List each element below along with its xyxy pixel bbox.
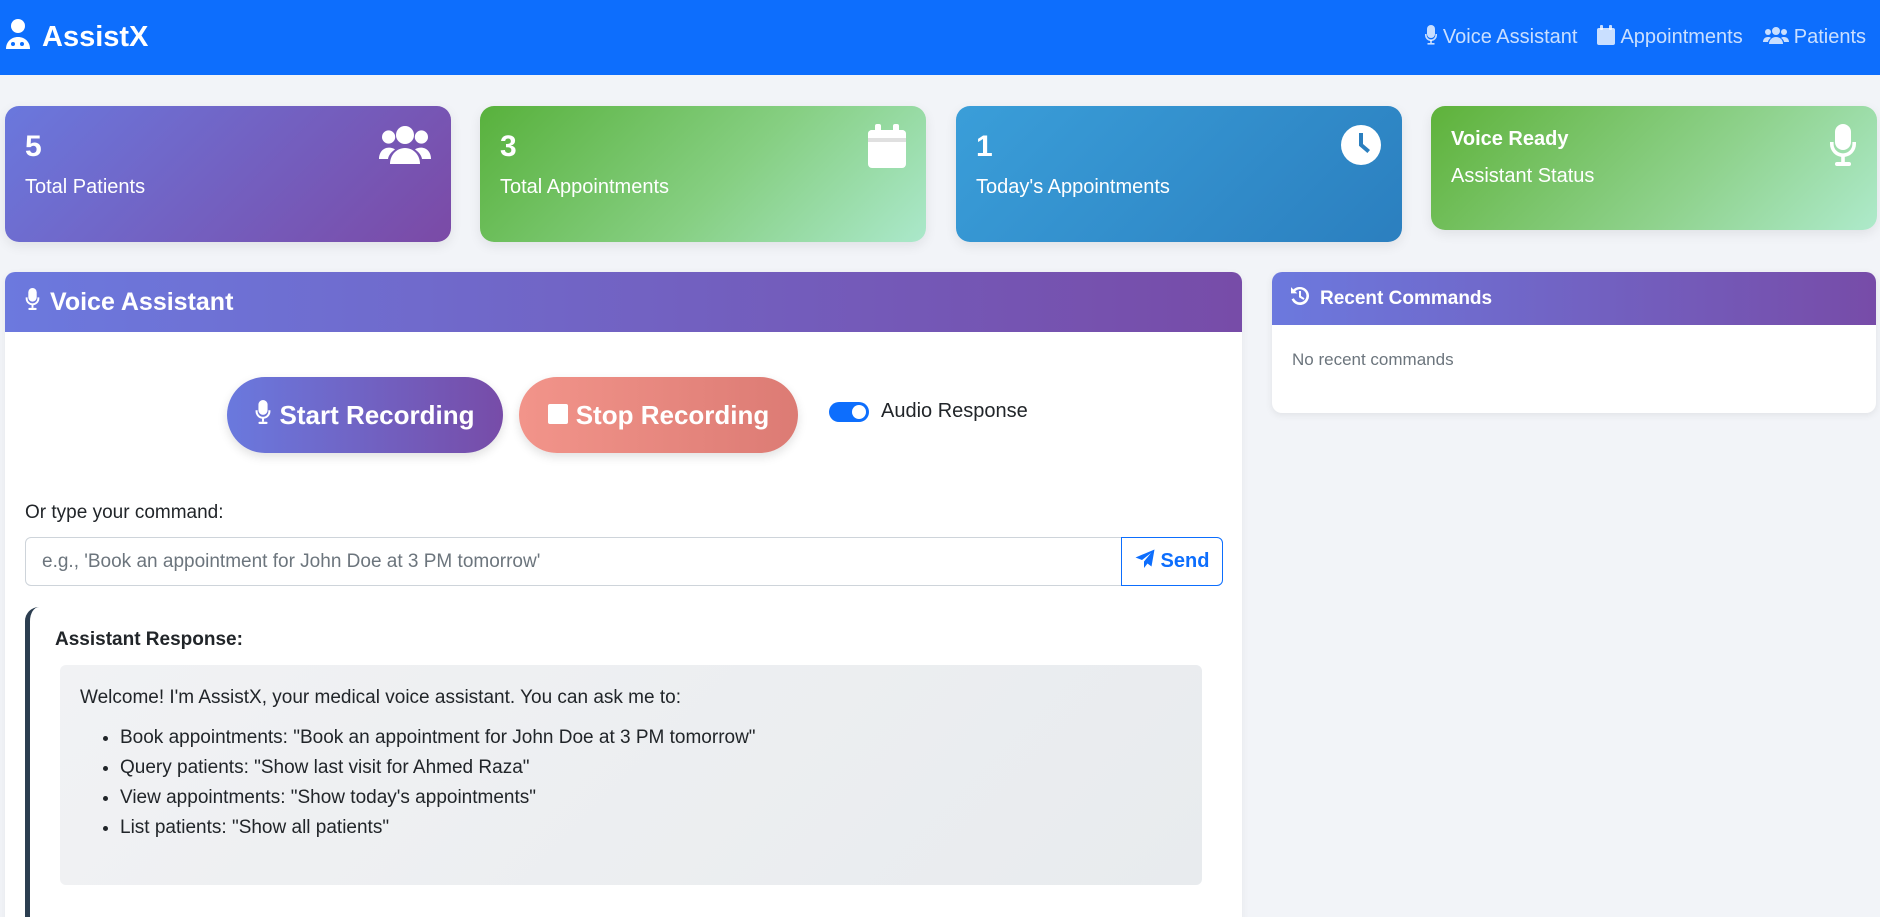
button-label: Stop Recording xyxy=(575,399,770,430)
nav-link-label: Voice Assistant xyxy=(1442,26,1578,48)
button-label: Send xyxy=(1160,550,1210,572)
stat-value: 5 xyxy=(25,130,42,163)
stat-value: 3 xyxy=(500,130,517,163)
response-content: Welcome! I'm AssistX, your medical voice… xyxy=(60,665,1202,885)
audio-response-label: Audio Response xyxy=(881,400,1028,422)
stat-value: 1 xyxy=(976,130,993,163)
status-title: Voice Ready xyxy=(1451,128,1569,150)
command-label: Or type your command: xyxy=(25,502,224,523)
list-item: Query patients: "Show last visit for Ahm… xyxy=(120,753,1182,783)
nav-links: Voice Assistant Appointments Patients xyxy=(1424,24,1866,51)
panel-title: Voice Assistant xyxy=(50,287,234,316)
nav-link-label: Appointments xyxy=(1620,26,1743,48)
audio-response-toggle-group: Audio Response xyxy=(829,400,1028,423)
send-button[interactable]: Send xyxy=(1121,537,1223,586)
audio-response-toggle[interactable] xyxy=(829,401,869,422)
nav-patients[interactable]: Patients xyxy=(1762,26,1866,50)
paper-plane-icon xyxy=(1135,549,1155,575)
users-icon xyxy=(1762,26,1789,50)
microphone-icon xyxy=(1424,24,1438,51)
brand-name: AssistX xyxy=(42,21,149,53)
toggle-knob xyxy=(852,404,866,419)
nav-link-label: Patients xyxy=(1793,26,1866,48)
assistant-response: Assistant Response: Welcome! I'm AssistX… xyxy=(25,607,1225,917)
brand[interactable]: AssistX xyxy=(4,18,148,58)
command-input[interactable] xyxy=(25,537,1122,586)
response-intro: Welcome! I'm AssistX, your medical voice… xyxy=(80,687,681,708)
calendar-icon xyxy=(868,124,906,173)
microphone-icon xyxy=(25,287,40,317)
stop-icon xyxy=(547,400,568,431)
top-navbar: AssistX Voice Assistant Appointments Pat… xyxy=(0,0,1880,75)
list-item: Book appointments: "Book an appointment … xyxy=(120,723,1182,753)
stop-recording-button[interactable]: Stop Recording xyxy=(519,377,798,453)
calendar-icon xyxy=(1597,24,1616,51)
stat-card-total-appointments: 3 Total Appointments xyxy=(480,106,926,242)
stat-card-todays-appointments: 1 Today's Appointments xyxy=(956,106,1402,242)
recent-commands-header: Recent Commands xyxy=(1272,272,1876,325)
start-recording-button[interactable]: Start Recording xyxy=(227,377,503,453)
panel-title: Recent Commands xyxy=(1320,287,1493,309)
response-title: Assistant Response: xyxy=(55,629,243,650)
stat-card-assistant-status: Voice Ready Assistant Status xyxy=(1431,106,1877,230)
stat-label: Total Appointments xyxy=(500,176,669,198)
stat-label: Today's Appointments xyxy=(976,176,1170,198)
recent-commands-panel: Recent Commands No recent commands xyxy=(1272,272,1876,413)
list-item: List patients: "Show all patients" xyxy=(120,813,1182,843)
button-label: Start Recording xyxy=(279,399,475,430)
voice-assistant-header: Voice Assistant xyxy=(5,272,1242,332)
response-examples-list: Book appointments: "Book an appointment … xyxy=(80,723,1182,843)
list-item: View appointments: "Show today's appoint… xyxy=(120,783,1182,813)
clock-icon xyxy=(1340,124,1382,171)
voice-assistant-panel: Voice Assistant Start Recording Stop Rec… xyxy=(5,272,1242,917)
users-icon xyxy=(379,124,431,171)
nav-appointments[interactable]: Appointments xyxy=(1597,24,1743,51)
nav-voice-assistant[interactable]: Voice Assistant xyxy=(1424,24,1578,51)
history-icon xyxy=(1290,286,1310,312)
microphone-icon xyxy=(255,399,271,431)
stat-label: Total Patients xyxy=(25,176,146,198)
microphone-icon xyxy=(1829,124,1857,171)
stat-label: Assistant Status xyxy=(1451,165,1595,187)
empty-state-text: No recent commands xyxy=(1292,350,1454,369)
doctor-icon xyxy=(4,18,32,58)
stat-card-total-patients: 5 Total Patients xyxy=(5,106,451,242)
